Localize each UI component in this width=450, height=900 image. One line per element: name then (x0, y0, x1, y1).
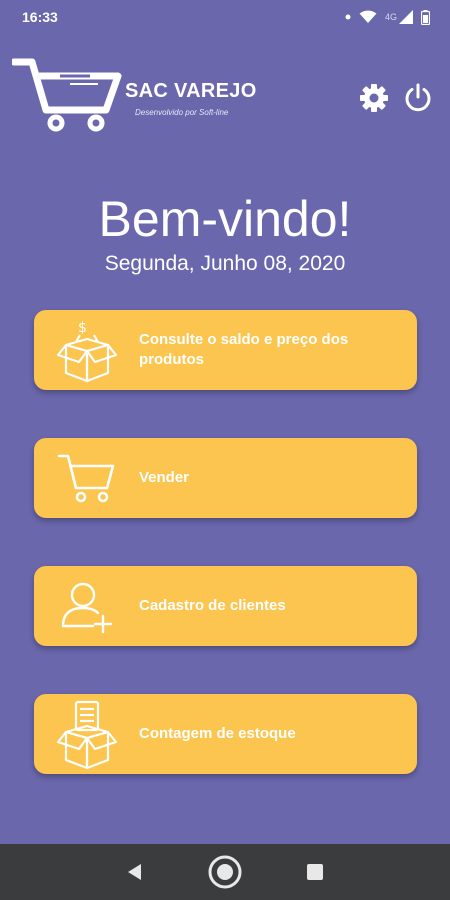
cart-logo-icon (12, 58, 122, 132)
register-clients-button[interactable]: Cadastro de clientes (34, 566, 417, 646)
check-stock-price-button[interactable]: $ Consulte o saldo e preço dos produtos (34, 310, 417, 390)
status-time: 16:33 (22, 9, 58, 25)
back-button[interactable] (115, 852, 155, 892)
battery-icon (421, 9, 430, 25)
home-icon (208, 855, 242, 889)
status-bar: 16:33 4G (0, 0, 450, 34)
wifi-icon (359, 10, 377, 23)
sell-button[interactable]: Vender (34, 438, 417, 518)
settings-button[interactable] (356, 80, 392, 116)
register-clients-label: Cadastro de clientes (139, 597, 286, 614)
home-button[interactable] (205, 852, 245, 892)
cart-icon (34, 438, 139, 518)
svg-text:$: $ (78, 320, 87, 336)
brand-subtitle: Desenvolvido por Soft-line (135, 108, 229, 117)
system-nav-bar (0, 844, 450, 900)
logout-button[interactable] (400, 80, 436, 116)
add-user-icon (34, 566, 139, 646)
stock-count-button[interactable]: Contagem de estoque (34, 694, 417, 774)
power-icon (405, 83, 431, 112)
app-header: SAC VAREJO Desenvolvido por Soft-line (0, 52, 450, 132)
welcome-title: Bem-vindo! (98, 191, 352, 247)
stock-count-label: Contagem de estoque (139, 725, 296, 742)
network-label: 4G (384, 12, 397, 22)
status-icons: 4G (345, 9, 430, 25)
money-box-icon: $ (34, 310, 139, 390)
dot-icon (345, 14, 351, 20)
recents-button[interactable] (295, 852, 335, 892)
check-stock-price-label: Consulte o saldo e preço dos produtos (139, 331, 349, 368)
gear-icon (360, 84, 388, 112)
current-date: Segunda, Junho 08, 2020 (104, 252, 346, 275)
brand-name: SAC VAREJO (125, 80, 257, 102)
back-icon (128, 864, 141, 880)
signal-icon (399, 10, 413, 24)
sell-label: Vender (139, 469, 190, 486)
inventory-box-icon (34, 694, 139, 774)
recents-icon (307, 864, 323, 880)
